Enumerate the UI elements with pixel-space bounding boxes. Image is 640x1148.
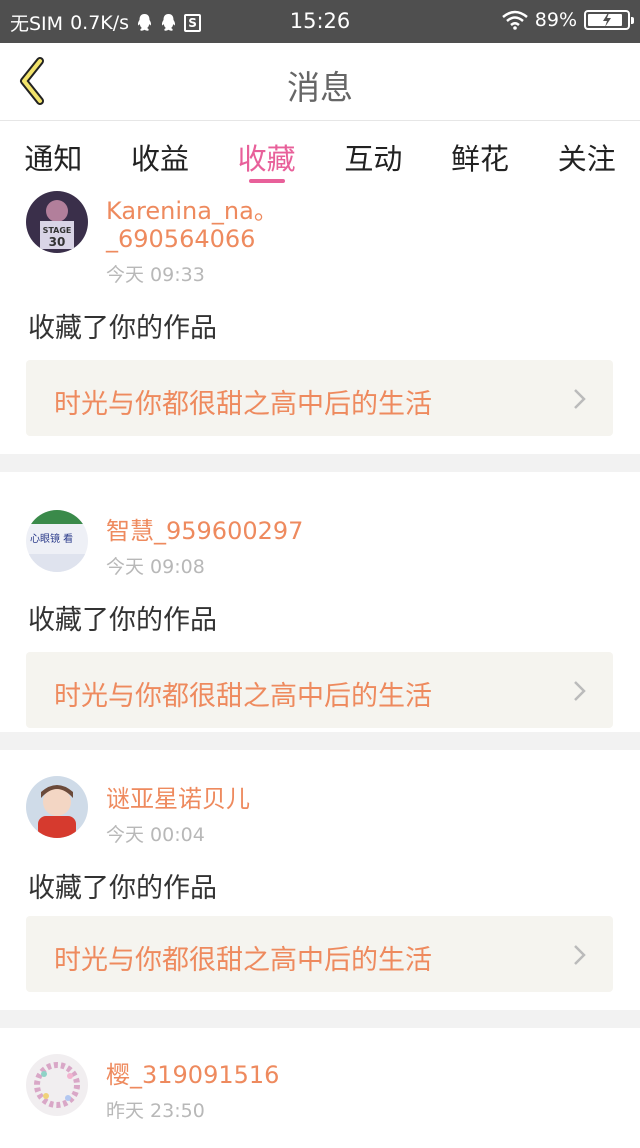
tab-follow[interactable]: 关注: [533, 122, 640, 186]
svg-text:30: 30: [49, 235, 66, 249]
username[interactable]: 智慧_959600297: [106, 516, 303, 546]
avatar-image: 心眼镜 看: [26, 510, 88, 572]
action-text: 收藏了你的作品: [28, 873, 217, 904]
message-time: 昨天 23:50: [106, 1100, 205, 1122]
action-text: 收藏了你的作品: [28, 313, 217, 344]
status-right: 89%: [501, 9, 634, 31]
avatar[interactable]: [26, 1054, 88, 1116]
tab-label: 通知: [24, 142, 83, 176]
avatar-image: [26, 1054, 88, 1116]
tab-flowers[interactable]: 鲜花: [427, 122, 534, 186]
card-separator: [0, 1010, 640, 1028]
card-separator: [0, 732, 640, 750]
message-feed: STAGE 30 Karenina_na。 _690564066 今天 09:3…: [0, 186, 640, 1148]
avatar-image: STAGE 30: [26, 191, 88, 253]
tab-earnings[interactable]: 收益: [107, 122, 214, 186]
battery-percent: 89%: [534, 9, 577, 31]
tab-notify[interactable]: 通知: [0, 122, 107, 186]
message-card: STAGE 30 Karenina_na。 _690564066 今天 09:3…: [0, 186, 640, 454]
wifi-icon: [501, 10, 528, 30]
svg-text:心眼镜 看: 心眼镜 看: [30, 532, 73, 545]
message-card: 谜亚星诺贝儿 今天 00:04 收藏了你的作品 时光与你都很甜之高中后的生活: [0, 750, 640, 1010]
svg-text:STAGE: STAGE: [43, 226, 72, 235]
work-title: 时光与你都很甜之高中后的生活: [54, 945, 432, 976]
work-link[interactable]: 时光与你都很甜之高中后的生活: [26, 360, 613, 436]
chevron-right-icon: [574, 945, 586, 965]
tab-label: 关注: [557, 142, 616, 176]
chevron-right-icon: [574, 681, 586, 701]
avatar-image: [26, 776, 88, 838]
avatar[interactable]: STAGE 30: [26, 191, 88, 253]
tab-label: 鲜花: [451, 142, 510, 176]
tab-bar: 通知 收益 收藏 互动 鲜花 关注: [0, 122, 640, 186]
work-link[interactable]: 时光与你都很甜之高中后的生活: [26, 652, 613, 728]
username[interactable]: 谜亚星诺贝儿: [106, 784, 250, 814]
message-time: 今天 09:33: [106, 264, 205, 286]
charging-bolt-icon: [603, 13, 611, 27]
username[interactable]: 樱_319091516: [106, 1060, 279, 1090]
tab-interactions[interactable]: 互动: [320, 122, 427, 186]
tab-favorites[interactable]: 收藏: [213, 122, 320, 186]
tab-active-indicator: [248, 179, 285, 183]
work-title: 时光与你都很甜之高中后的生活: [54, 681, 432, 712]
message-time: 今天 09:08: [106, 556, 205, 578]
message-card: 心眼镜 看 智慧_959600297 今天 09:08 收藏了你的作品 时光与你…: [0, 472, 640, 732]
avatar[interactable]: 心眼镜 看: [26, 510, 88, 572]
page-title: 消息: [287, 68, 353, 107]
action-text: 收藏了你的作品: [28, 605, 217, 636]
work-link[interactable]: 时光与你都很甜之高中后的生活: [26, 916, 613, 992]
message-time: 今天 00:04: [106, 824, 205, 846]
card-separator: [0, 454, 640, 472]
username[interactable]: Karenina_na。: [106, 196, 278, 226]
tab-label: 收益: [131, 142, 190, 176]
tab-label: 互动: [344, 142, 403, 176]
message-card: 樱_319091516 昨天 23:50: [0, 1028, 640, 1148]
battery-tip: [631, 17, 634, 24]
status-bar: 无SIM 0.7K/s S 15:26 89%: [0, 0, 640, 43]
avatar[interactable]: [26, 776, 88, 838]
chevron-right-icon: [574, 389, 586, 409]
nav-bar: 消息: [0, 43, 640, 121]
work-title: 时光与你都很甜之高中后的生活: [54, 389, 432, 420]
battery-icon: [584, 10, 634, 30]
username-line2[interactable]: _690564066: [106, 224, 255, 254]
tab-label: 收藏: [237, 142, 296, 176]
